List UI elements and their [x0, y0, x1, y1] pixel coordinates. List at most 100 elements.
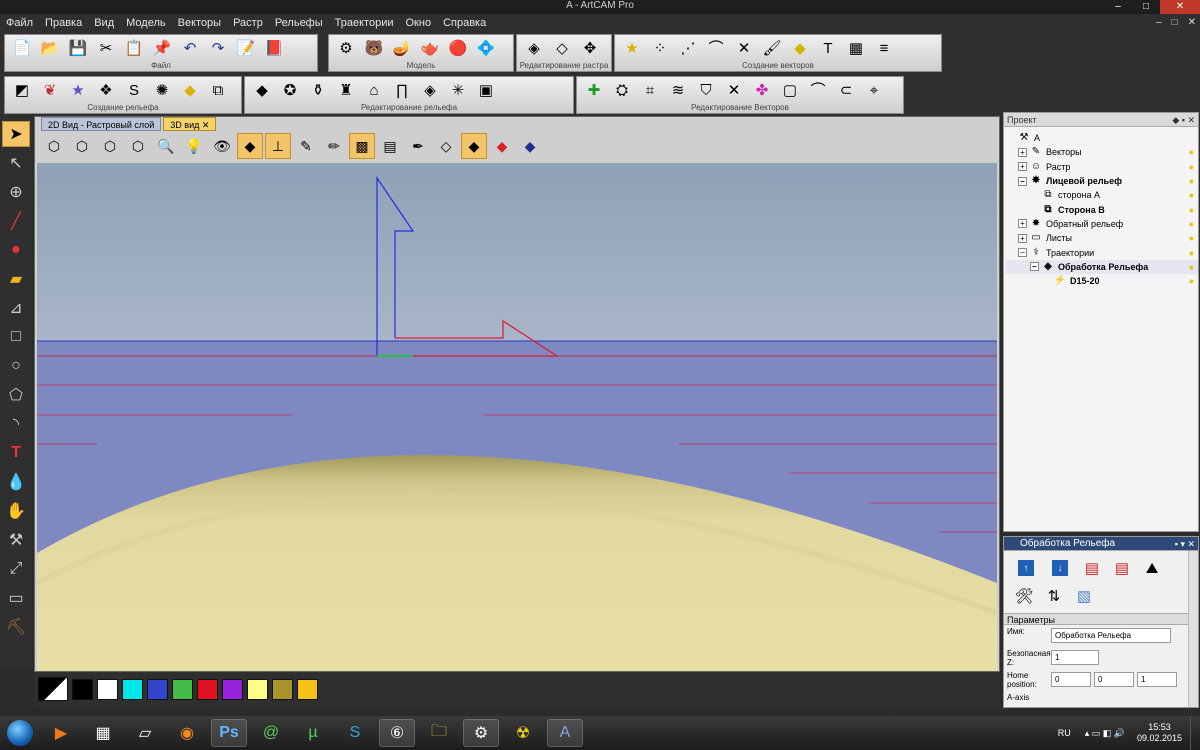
color-swatch[interactable]: [97, 678, 118, 700]
column-icon[interactable]: ∏: [389, 79, 415, 103]
simulate-icon[interactable]: ⛰: [1140, 557, 1164, 579]
new-file-icon[interactable]: 📄: [9, 37, 35, 61]
visibility-bulb-icon[interactable]: ●: [1189, 219, 1194, 229]
raster-fix-icon[interactable]: ✥: [577, 37, 603, 61]
undo-icon[interactable]: ↶: [177, 37, 203, 61]
tree-node[interactable]: ⧉ сторона А ●: [1006, 188, 1198, 202]
color-swatch[interactable]: [147, 678, 168, 700]
calculator-icon[interactable]: ▦: [85, 719, 121, 747]
current-color-swatch[interactable]: [38, 677, 68, 701]
color-swatch[interactable]: [272, 678, 293, 700]
arc-icon[interactable]: ⌒: [703, 37, 729, 61]
expand-toggle-icon[interactable]: –: [1030, 262, 1039, 272]
plane-icon[interactable]: ◆: [237, 133, 263, 159]
shapes-icon[interactable]: ⌒: [805, 79, 831, 103]
probe-icon[interactable]: ⤢: [2, 556, 30, 582]
tree-node[interactable]: + ☺ Растр ●: [1006, 160, 1198, 174]
corners-icon[interactable]: ⌗: [637, 79, 663, 103]
copy-icon[interactable]: 📋: [121, 37, 147, 61]
bear-model-icon[interactable]: 🐻: [361, 37, 387, 61]
panel-controls-icon[interactable]: ▪ ▾ ✕: [1175, 537, 1195, 551]
recalculate-icon[interactable]: ⇅: [1042, 585, 1066, 607]
raster-mirror-icon[interactable]: ◈: [521, 37, 547, 61]
cross-icon[interactable]: ✕: [721, 79, 747, 103]
firefox-icon[interactable]: ◉: [169, 719, 205, 747]
expand-toggle-icon[interactable]: +: [1018, 147, 1027, 157]
home-z-field[interactable]: 1: [1137, 672, 1177, 687]
solid-icon[interactable]: ▩: [349, 133, 375, 159]
layers-red-icon[interactable]: ◆: [489, 133, 515, 159]
tool-database-icon[interactable]: 🛠: [1012, 585, 1036, 607]
pen-view-icon[interactable]: ✒: [405, 133, 431, 159]
pyramid-view-icon[interactable]: ◆: [517, 133, 543, 159]
at-app-icon[interactable]: @: [253, 719, 289, 747]
move-down-icon[interactable]: ↓: [1052, 560, 1068, 576]
tree-node[interactable]: – ◈ Обработка Рельефа ●: [1006, 259, 1198, 274]
paint-icon[interactable]: ●: [2, 237, 30, 263]
expand-toggle-icon[interactable]: +: [1018, 233, 1027, 243]
zoom-icon[interactable]: 🔍: [153, 133, 179, 159]
tab-2d-view[interactable]: 2D Вид - Растровый слой: [41, 117, 162, 131]
leaf-icon[interactable]: ❦: [37, 79, 63, 103]
relief-shape-icon[interactable]: ◩: [9, 79, 35, 103]
tree-node[interactable]: ⧉ Сторона В ●: [1006, 202, 1198, 216]
panel-scrollbar[interactable]: [1188, 551, 1198, 707]
raster-rotate-icon[interactable]: ◇: [549, 37, 575, 61]
lamp-icon[interactable]: 🪔: [389, 37, 415, 61]
arch-icon[interactable]: ⌂: [361, 79, 387, 103]
material-ball-icon[interactable]: 🔴: [445, 37, 471, 61]
photoshop-icon[interactable]: Ps: [211, 719, 247, 747]
visibility-bulb-icon[interactable]: ●: [1189, 162, 1194, 172]
iso-view-icon[interactable]: ⬡: [41, 133, 67, 159]
cut-icon[interactable]: ✂: [93, 37, 119, 61]
expand-toggle-icon[interactable]: –: [1018, 176, 1027, 186]
smooth-icon[interactable]: ✋: [2, 498, 30, 524]
light-icon[interactable]: 💡: [181, 133, 207, 159]
weave-icon[interactable]: ✺: [149, 79, 175, 103]
select-arrow-icon[interactable]: ➤: [2, 121, 30, 147]
gem-icon[interactable]: 💠: [473, 37, 499, 61]
eye-icon[interactable]: 👁: [209, 133, 235, 159]
drop-icon[interactable]: 💧: [2, 469, 30, 495]
menu-item-window[interactable]: Окно: [400, 14, 438, 32]
paste-icon[interactable]: 📌: [149, 37, 175, 61]
rectangle-icon[interactable]: □: [2, 324, 30, 350]
text-tool-icon[interactable]: T: [2, 440, 30, 466]
tab-close-icon[interactable]: ✕: [202, 120, 210, 130]
visibility-bulb-icon[interactable]: ●: [1189, 233, 1194, 243]
stamp-icon[interactable]: ⛏: [2, 614, 30, 640]
visibility-bulb-icon[interactable]: ●: [1189, 276, 1194, 286]
visibility-bulb-icon[interactable]: ●: [1189, 147, 1194, 157]
tab-3d-view[interactable]: 3D вид ✕: [163, 117, 217, 131]
tree-node[interactable]: – ⚕ Траектории ●: [1006, 245, 1198, 259]
gem-edit-icon[interactable]: ◈: [417, 79, 443, 103]
plate-icon[interactable]: ◆: [177, 79, 203, 103]
front-view-icon[interactable]: ⬡: [69, 133, 95, 159]
menu-item-reliefs[interactable]: Рельефы: [269, 14, 329, 32]
layer-stack-icon[interactable]: ≡: [871, 37, 897, 61]
measure-icon[interactable]: ⚒: [2, 527, 30, 553]
diamond-view-icon[interactable]: ◆: [461, 133, 487, 159]
stack-icon[interactable]: ▤: [377, 133, 403, 159]
clock[interactable]: 15:53 09.02.2015: [1137, 722, 1182, 744]
pink-cross-icon[interactable]: ✤: [749, 79, 775, 103]
color-swatch[interactable]: [72, 678, 93, 700]
cube-icon[interactable]: ▣: [473, 79, 499, 103]
menu-item-vectors[interactable]: Векторы: [172, 14, 227, 32]
artcam-icon[interactable]: A: [547, 719, 583, 747]
minimize-button[interactable]: –: [1104, 0, 1132, 14]
spiral-icon[interactable]: ❖: [93, 79, 119, 103]
snake-icon[interactable]: S: [121, 79, 147, 103]
burst-icon[interactable]: ✳: [445, 79, 471, 103]
material-block-icon[interactable]: ▧: [1072, 585, 1096, 607]
media-player-icon[interactable]: ▶: [43, 719, 79, 747]
visibility-bulb-icon[interactable]: ●: [1189, 262, 1194, 272]
name-field[interactable]: Обработка Рельефа: [1051, 628, 1171, 643]
cross-cut-icon[interactable]: ✕: [731, 37, 757, 61]
visibility-bulb-icon[interactable]: ●: [1189, 248, 1194, 258]
visibility-bulb-icon[interactable]: ●: [1189, 176, 1194, 186]
redo-icon[interactable]: ↷: [205, 37, 231, 61]
pencil-view-icon[interactable]: ✏: [321, 133, 347, 159]
show-desktop-button[interactable]: [1190, 716, 1200, 750]
model-settings-icon[interactable]: ⚙: [333, 37, 359, 61]
